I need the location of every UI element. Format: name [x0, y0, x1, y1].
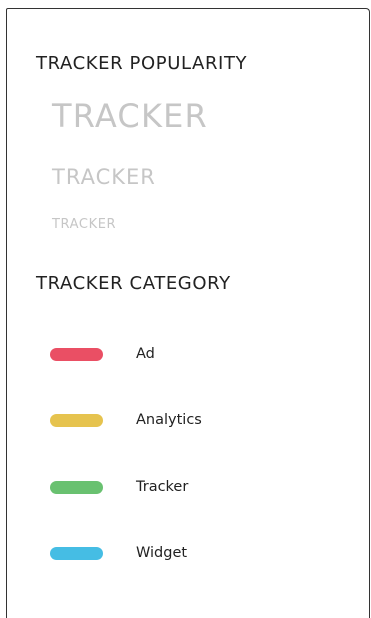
- tracker-color-swatch: [50, 481, 103, 494]
- legend-item-ad: Ad: [50, 344, 330, 364]
- legend-item-analytics: Analytics: [50, 410, 330, 430]
- popularity-level-medium: TRACKER: [52, 165, 156, 189]
- legend-item-tracker: Tracker: [50, 477, 330, 497]
- legend-label-tracker: Tracker: [136, 479, 189, 495]
- tracker-legend-panel: TRACKER POPULARITY TRACKER TRACKER TRACK…: [6, 8, 370, 618]
- popularity-level-low: TRACKER: [52, 217, 117, 232]
- popularity-level-high: TRACKER: [52, 97, 208, 135]
- legend-item-widget: Widget: [50, 543, 330, 563]
- legend-label-analytics: Analytics: [136, 412, 202, 428]
- ad-color-swatch: [50, 348, 103, 361]
- tracker-category-heading: TRACKER CATEGORY: [36, 273, 231, 294]
- legend-label-widget: Widget: [136, 545, 188, 561]
- legend-label-ad: Ad: [136, 346, 155, 362]
- analytics-color-swatch: [50, 414, 103, 427]
- tracker-popularity-heading: TRACKER POPULARITY: [36, 53, 248, 74]
- widget-color-swatch: [50, 547, 103, 560]
